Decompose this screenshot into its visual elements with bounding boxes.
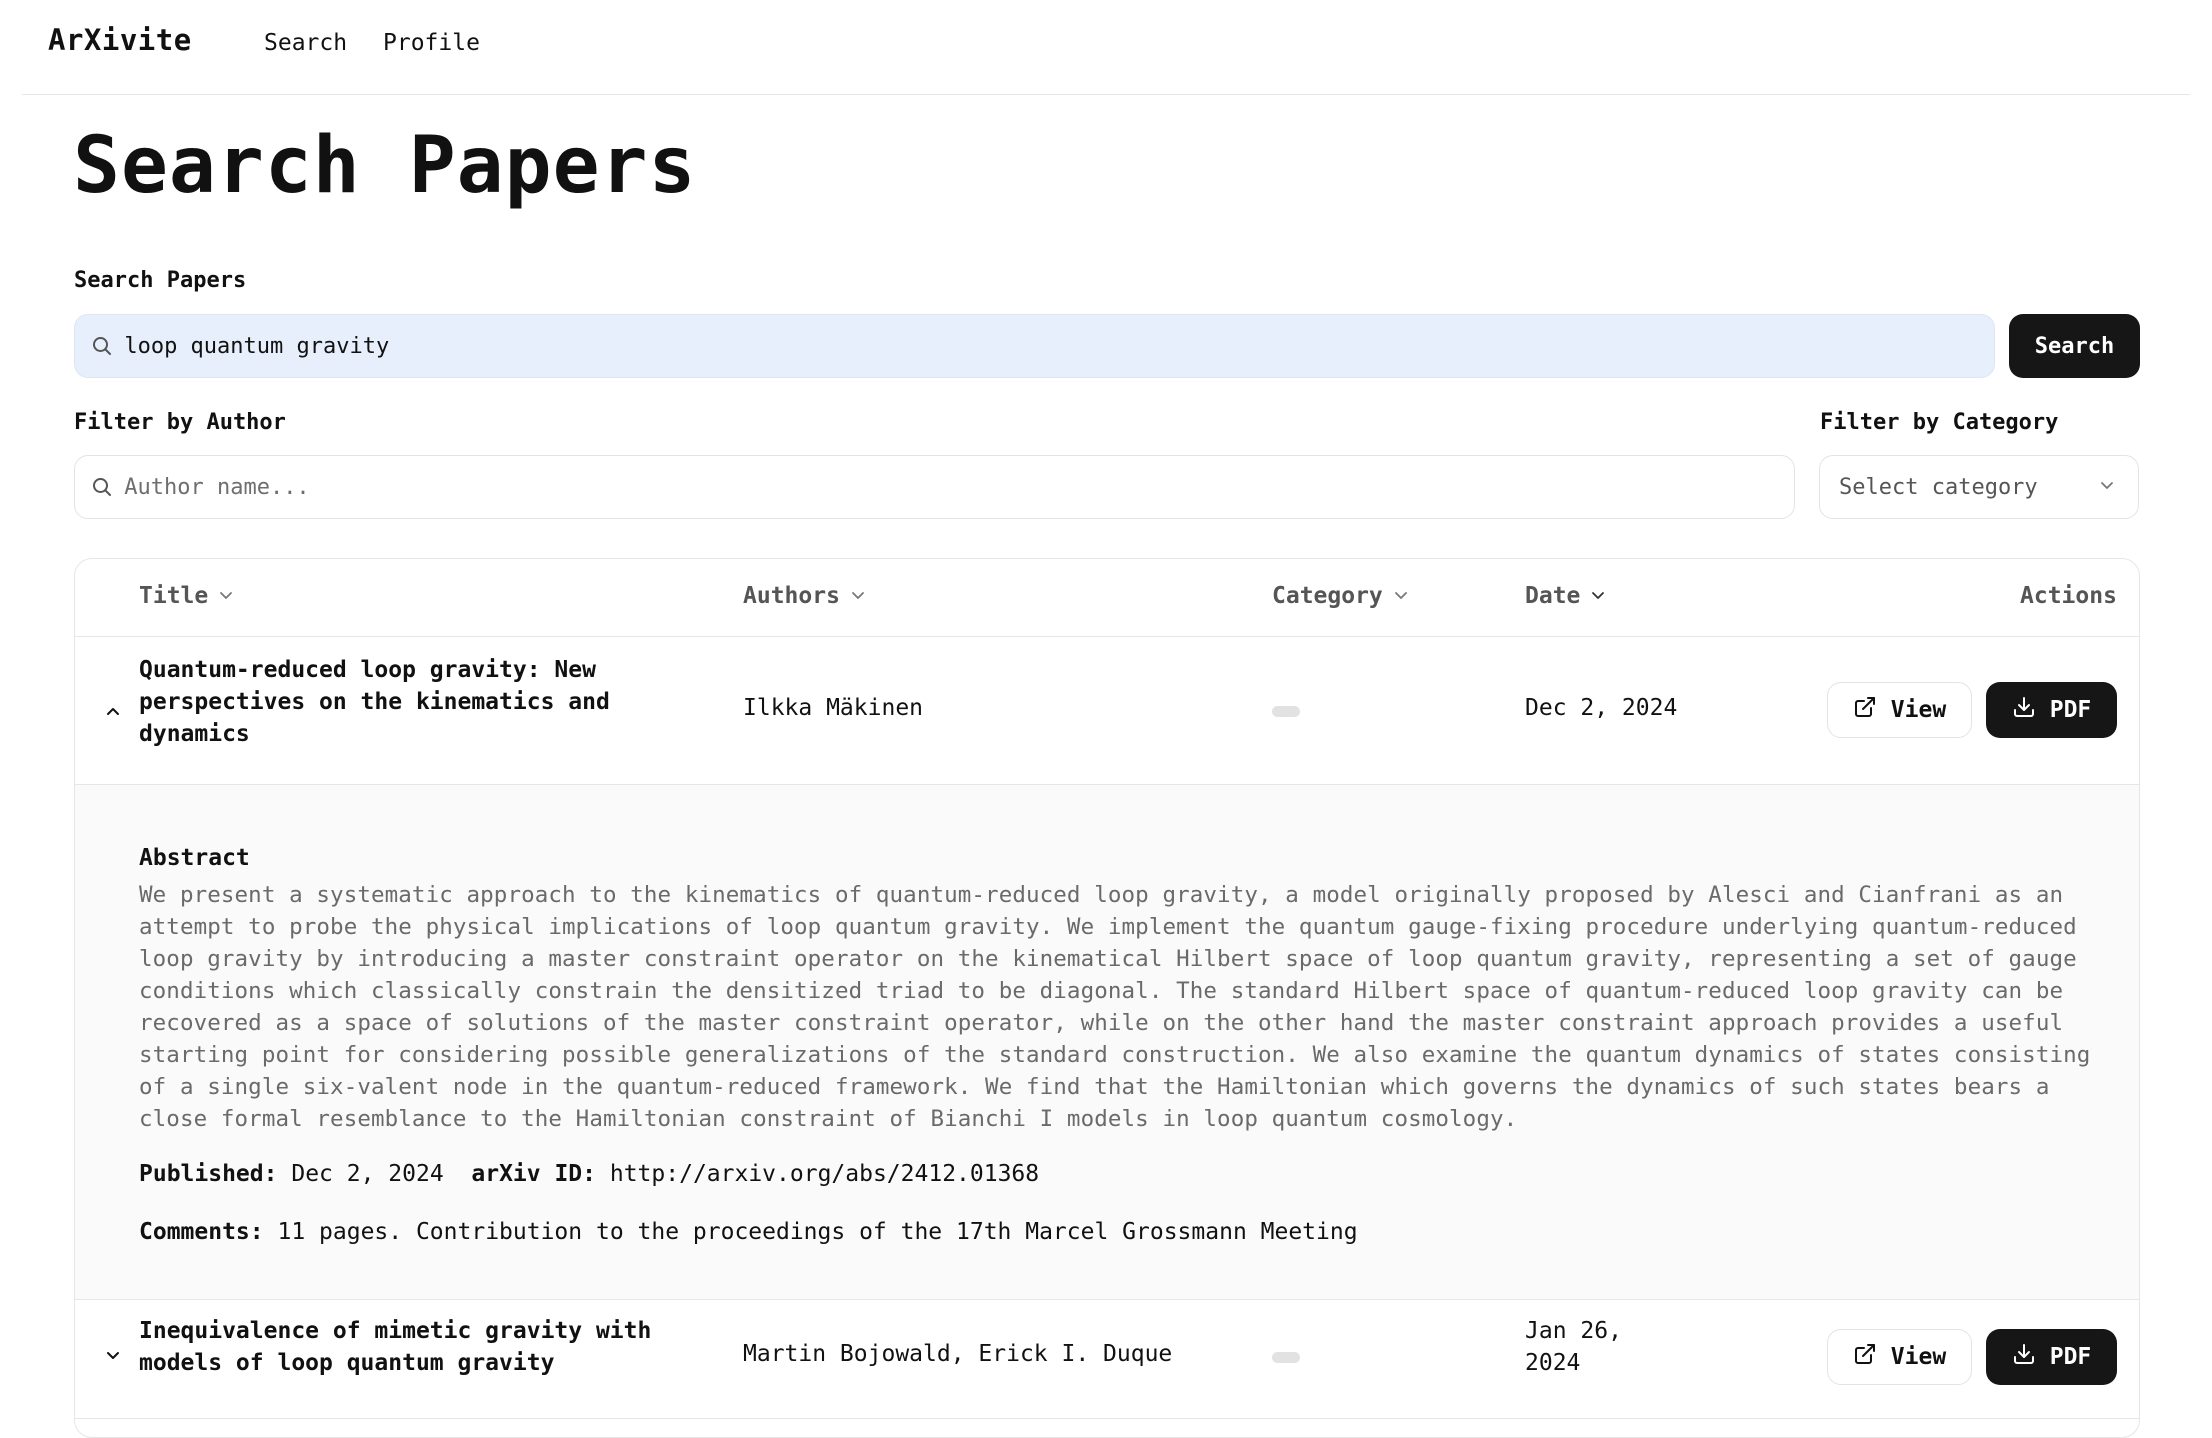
pdf-button[interactable]: PDF: [1986, 1329, 2117, 1385]
external-link-icon: [1853, 695, 1877, 725]
chevron-down-icon: [2098, 475, 2116, 500]
page-title: Search Papers: [73, 121, 697, 211]
search-label: Search Papers: [74, 268, 247, 293]
comments-value: 11 pages. Contribution to the proceeding…: [277, 1219, 1358, 1245]
brand-logo[interactable]: ArXivite: [48, 23, 192, 57]
abstract-text: We present a systematic approach to the …: [139, 882, 2091, 1132]
view-button[interactable]: View: [1827, 1329, 1972, 1385]
chevron-down-icon[interactable]: [103, 1346, 123, 1366]
arxiv-id-value[interactable]: http://arxiv.org/abs/2412.01368: [610, 1161, 1039, 1187]
published-label: Published:: [139, 1161, 278, 1187]
category-badge: [1272, 706, 1300, 717]
nav-link-profile[interactable]: Profile: [383, 30, 480, 56]
column-header-date[interactable]: Date: [1525, 583, 1606, 609]
pdf-button[interactable]: PDF: [1986, 682, 2117, 738]
top-nav: ArXivite Search Profile: [22, 0, 2190, 95]
abstract-panel: Abstract We present a systematic approac…: [75, 785, 2139, 1299]
results-table: Title Authors Category Date Actions Quan…: [74, 558, 2140, 1438]
view-button[interactable]: View: [1827, 682, 1972, 738]
arxiv-id-label: arXiv ID:: [471, 1161, 596, 1187]
external-link-icon: [1853, 1342, 1877, 1372]
search-input[interactable]: [124, 315, 1994, 377]
pdf-button-label: PDF: [2049, 1344, 2092, 1370]
author-filter-box: [74, 455, 1795, 519]
search-button[interactable]: Search: [2009, 314, 2140, 378]
comments-label: Comments:: [139, 1219, 264, 1245]
row-title: Inequivalence of mimetic gravity with mo…: [139, 1318, 652, 1376]
category-select[interactable]: Select category: [1819, 455, 2139, 519]
row-title: Quantum-reduced loop gravity: New perspe…: [139, 657, 610, 747]
abstract-heading: Abstract: [139, 845, 250, 871]
pdf-button-label: PDF: [2049, 697, 2092, 723]
search-icon: [89, 333, 114, 359]
row-divider: [75, 1418, 2139, 1419]
column-header-title[interactable]: Title: [139, 583, 234, 609]
row-date: Dec 2, 2024: [1525, 695, 1678, 721]
category-filter-label: Filter by Category: [1820, 410, 2059, 435]
chevron-down-icon: [1590, 583, 1606, 609]
download-icon: [2012, 1342, 2036, 1372]
author-filter-label: Filter by Author: [74, 410, 286, 435]
view-button-label: View: [1890, 697, 1947, 723]
search-icon: [89, 474, 114, 500]
column-header-category[interactable]: Category: [1272, 583, 1409, 609]
column-header-authors[interactable]: Authors: [743, 583, 866, 609]
table-row[interactable]: Inequivalence of mimetic gravity with mo…: [75, 1300, 2139, 1418]
chevron-up-icon[interactable]: [103, 701, 123, 721]
table-row[interactable]: Quantum-reduced loop gravity: New perspe…: [75, 637, 2139, 785]
column-header-actions: Actions: [2020, 583, 2117, 609]
chevron-down-icon: [850, 583, 866, 609]
comments-meta: Comments: 11 pages. Contribution to the …: [139, 1219, 1358, 1245]
row-authors: Martin Bojowald, Erick I. Duque: [743, 1341, 1173, 1367]
chevron-down-icon: [1393, 583, 1409, 609]
author-filter-input[interactable]: [124, 456, 1794, 518]
category-select-value: Select category: [1839, 474, 2038, 500]
view-button-label: View: [1890, 1344, 1947, 1370]
published-meta: Published: Dec 2, 2024 arXiv ID: http://…: [139, 1161, 1039, 1187]
nav-link-search[interactable]: Search: [264, 30, 347, 56]
row-authors: Ilkka Mäkinen: [743, 695, 924, 721]
published-value: Dec 2, 2024: [291, 1161, 444, 1187]
search-box: [74, 314, 1995, 378]
chevron-down-icon: [218, 583, 234, 609]
row-date: Jan 26, 2024: [1525, 1318, 1622, 1376]
category-badge: [1272, 1352, 1300, 1363]
download-icon: [2012, 695, 2036, 725]
